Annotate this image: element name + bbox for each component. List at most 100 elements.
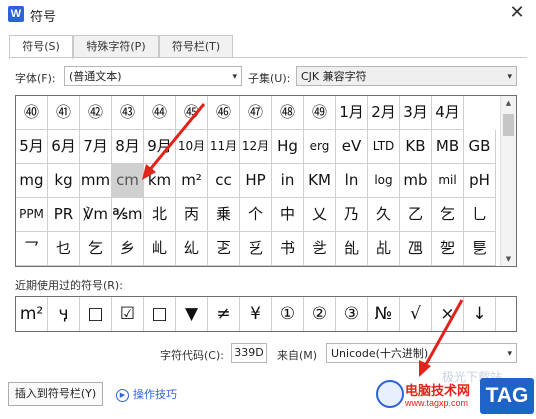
symbol-cell[interactable]: cc (208, 164, 240, 198)
symbol-cell[interactable]: 乗 (208, 198, 240, 232)
symbol-cell[interactable]: ℁m (112, 198, 144, 232)
symbol-cell[interactable]: 乞 (80, 232, 112, 266)
scroll-up-icon[interactable]: ▲ (501, 96, 516, 110)
scrollbar-thumb[interactable] (503, 114, 514, 136)
symbol-cell[interactable]: 4月 (432, 96, 464, 130)
symbol-cell[interactable]: 久 (368, 198, 400, 232)
symbol-cell[interactable]: 乞 (432, 198, 464, 232)
symbol-cell[interactable]: m² (176, 164, 208, 198)
grid-scrollbar[interactable]: ▲ ▼ (500, 96, 516, 266)
symbol-cell[interactable]: cm (112, 164, 144, 198)
symbol-cell[interactable]: ㊻ (208, 96, 240, 130)
symbol-cell[interactable]: 乨 (336, 232, 368, 266)
symbol-cell[interactable]: 个 (240, 198, 272, 232)
symbol-cell[interactable]: MB (432, 130, 464, 164)
tips-link[interactable]: ▶ 操作技巧 (116, 386, 177, 402)
symbol-cell[interactable]: 乩 (368, 232, 400, 266)
symbol-cell[interactable]: km (144, 164, 176, 198)
symbol-cell[interactable]: ℣m (80, 198, 112, 232)
symbol-cell[interactable]: ㊺ (176, 96, 208, 130)
symbol-cell[interactable]: 6月 (48, 130, 80, 164)
symbol-cell[interactable]: HP (240, 164, 272, 198)
symbol-cell[interactable]: KM (304, 164, 336, 198)
symbol-cell[interactable]: 12月 (240, 130, 272, 164)
symbol-cell[interactable]: 乬 (464, 232, 496, 266)
recent-symbol-cell[interactable]: ≠ (208, 297, 240, 331)
symbol-cell[interactable]: 乃 (336, 198, 368, 232)
close-button[interactable]: ✕ (506, 2, 528, 24)
recent-symbol-cell[interactable]: m² (16, 297, 48, 331)
symbol-cell[interactable]: 乧 (304, 232, 336, 266)
recent-symbol-cell[interactable]: ӌ (48, 297, 80, 331)
symbol-cell[interactable]: ㊵ (16, 96, 48, 130)
tab-symbols[interactable]: 符号(S) (9, 35, 73, 59)
symbol-cell[interactable]: 北 (144, 198, 176, 232)
symbol-cell[interactable]: 书 (272, 232, 304, 266)
recent-symbol-cell[interactable]: √ (400, 297, 432, 331)
symbol-cell[interactable]: 乡 (112, 232, 144, 266)
insert-to-symbol-bar-button[interactable]: 插入到符号栏(Y) (8, 382, 103, 406)
symbol-cell[interactable]: mil (432, 164, 464, 198)
recent-symbol-cell[interactable]: □ (80, 297, 112, 331)
symbol-cell[interactable]: 3月 (400, 96, 432, 130)
symbol-cell[interactable]: 乂 (304, 198, 336, 232)
symbol-cell[interactable]: mg (16, 164, 48, 198)
symbol-cell[interactable]: mb (400, 164, 432, 198)
symbol-cell[interactable]: 乢 (144, 232, 176, 266)
symbol-cell[interactable]: 5月 (16, 130, 48, 164)
symbol-cell[interactable]: 2月 (368, 96, 400, 130)
symbol-cell[interactable]: ㊷ (80, 96, 112, 130)
symbol-cell[interactable]: ㊾ (304, 96, 336, 130)
recent-symbol-cell[interactable]: № (368, 297, 400, 331)
symbol-cell[interactable]: ㊽ (272, 96, 304, 130)
symbol-cell[interactable]: 9月 (144, 130, 176, 164)
symbol-cell[interactable]: 乚 (464, 198, 496, 232)
symbol-cell[interactable]: PR (48, 198, 80, 232)
recent-symbol-cell[interactable]: ▼ (176, 297, 208, 331)
symbol-cell[interactable]: 丙 (176, 198, 208, 232)
recent-symbol-cell[interactable]: □ (144, 297, 176, 331)
symbol-cell[interactable]: ㊹ (144, 96, 176, 130)
scroll-down-icon[interactable]: ▼ (501, 252, 516, 266)
recent-symbol-cell[interactable]: ③ (336, 297, 368, 331)
symbol-cell[interactable]: eV (336, 130, 368, 164)
tab-symbol-bar[interactable]: 符号栏(T) (159, 35, 233, 57)
symbol-cell[interactable]: 乛 (16, 232, 48, 266)
symbol-cell[interactable]: 乤 (208, 232, 240, 266)
recent-symbol-cell[interactable]: ¥ (240, 297, 272, 331)
recent-symbol-cell[interactable]: ① (272, 297, 304, 331)
recent-symbol-cell[interactable]: × (432, 297, 464, 331)
tab-special-characters[interactable]: 特殊字符(P) (73, 35, 159, 57)
symbol-cell[interactable]: erg (304, 130, 336, 164)
symbol-cell[interactable]: in (272, 164, 304, 198)
symbol-cell[interactable]: ln (336, 164, 368, 198)
symbol-cell[interactable]: log (368, 164, 400, 198)
symbol-cell[interactable]: 乪 (400, 232, 432, 266)
symbol-cell[interactable]: 乥 (240, 232, 272, 266)
symbol-cell[interactable]: LTD (368, 130, 400, 164)
symbol-cell[interactable]: mm (80, 164, 112, 198)
symbol-cell[interactable]: 中 (272, 198, 304, 232)
symbol-cell[interactable]: kg (48, 164, 80, 198)
symbol-cell[interactable]: 10月 (176, 130, 208, 164)
symbol-cell[interactable]: 乜 (48, 232, 80, 266)
symbol-cell[interactable]: 8月 (112, 130, 144, 164)
encoding-select[interactable]: Unicode(十六进制) ▾ (326, 343, 517, 363)
symbol-cell[interactable]: GB (464, 130, 496, 164)
symbol-cell[interactable]: 11月 (208, 130, 240, 164)
symbol-cell[interactable]: 乙 (400, 198, 432, 232)
recent-symbol-cell[interactable]: ↓ (464, 297, 496, 331)
symbol-cell[interactable]: 乫 (432, 232, 464, 266)
symbol-cell[interactable]: 乣 (176, 232, 208, 266)
symbol-cell[interactable]: ㊶ (48, 96, 80, 130)
symbol-cell[interactable]: pH (464, 164, 496, 198)
font-select[interactable]: (普通文本) ▾ (64, 66, 242, 86)
subset-select[interactable]: CJK 兼容字符 ▾ (296, 66, 517, 86)
symbol-cell[interactable]: PPM (16, 198, 48, 232)
symbol-cell[interactable]: 7月 (80, 130, 112, 164)
recent-symbol-cell[interactable]: ☑ (112, 297, 144, 331)
symbol-cell[interactable]: KB (400, 130, 432, 164)
recent-symbol-cell[interactable]: ② (304, 297, 336, 331)
symbol-cell[interactable]: ㊼ (240, 96, 272, 130)
char-code-input[interactable]: 339D (231, 343, 267, 363)
